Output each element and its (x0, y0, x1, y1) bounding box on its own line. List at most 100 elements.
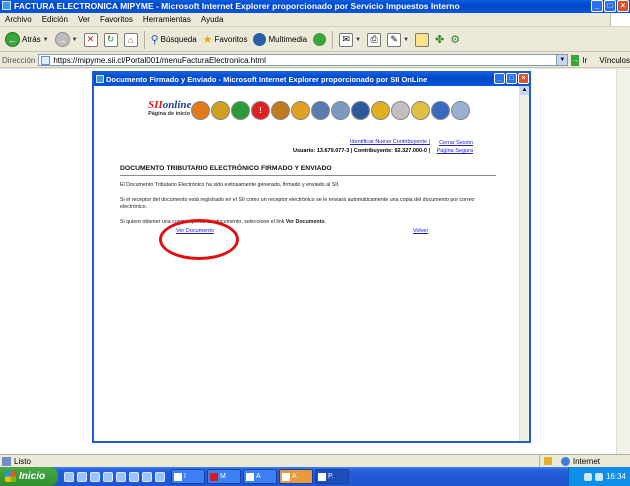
menu-favoritos[interactable]: Favoritos (95, 15, 138, 24)
popup-body: ▲ SIIonline Página de inicio ! Cerrar Se… (94, 86, 529, 441)
edit-button[interactable]: ✎ ▼ (385, 30, 411, 50)
popup-scrollbar[interactable]: ▲ (519, 86, 529, 441)
media-label: Multimedia (268, 35, 308, 44)
menu-archivo[interactable]: Archivo (0, 15, 37, 24)
start-button[interactable]: Inicio (0, 467, 58, 486)
logout-link[interactable]: Cerrar Sesión (433, 139, 473, 147)
forward-button[interactable]: → ▼ (53, 30, 80, 50)
page-icon (41, 55, 51, 65)
menu-edicion[interactable]: Edición (37, 15, 73, 24)
scroll-up-icon[interactable]: ▲ (520, 86, 529, 95)
tool-button[interactable]: ⚙ (448, 30, 462, 50)
back-label: Atrás (22, 35, 41, 44)
user-line: Usuario: 13.679.077-3 | Contribuyente: 9… (293, 148, 430, 154)
sii-menu-icon[interactable] (371, 100, 390, 120)
popup-minimize-button[interactable]: _ (494, 73, 505, 84)
maximize-button[interactable]: □ (604, 0, 616, 12)
messenger-button[interactable]: ✤ (433, 30, 446, 50)
menu-ver[interactable]: Ver (73, 15, 95, 24)
change-taxpayer-link[interactable]: Identificar Nuevo Contribuyente | (350, 139, 430, 145)
popup-close-button[interactable]: × (518, 73, 529, 84)
go-arrow-icon[interactable]: → (571, 54, 580, 66)
tray-icon[interactable] (594, 472, 603, 481)
quick-launch-word-icon[interactable] (103, 471, 113, 482)
sii-menu-icon[interactable] (451, 100, 470, 120)
sii-menu-icon[interactable] (271, 100, 290, 120)
close-button[interactable]: × (617, 0, 629, 12)
sii-menu-icon[interactable] (331, 100, 350, 120)
instruction-suffix: . (324, 219, 327, 225)
sii-logo[interactable]: SIIonline Página de inicio (148, 99, 191, 121)
history-icon (313, 33, 327, 46)
back-link[interactable]: Volver (413, 228, 428, 234)
quick-launch-excel-icon[interactable] (116, 471, 126, 482)
secure-page-link[interactable]: Página Segura (433, 147, 473, 155)
menu-ayuda[interactable]: Ayuda (196, 15, 229, 24)
mail-button[interactable]: ✉ ▼ (337, 30, 363, 50)
quick-launch-ie-icon[interactable] (64, 471, 74, 482)
stop-button[interactable]: ✕ (82, 30, 100, 50)
home-link[interactable]: Página de inicio (148, 111, 190, 118)
address-bar: Dirección https://mipyme.sii.cl/Portal00… (0, 53, 630, 68)
home-icon: ⌂ (123, 32, 138, 47)
popup-window: Documento Firmado y Enviado - Microsoft … (92, 71, 531, 443)
app-icon (174, 472, 182, 481)
search-icon: ⚲ (150, 34, 159, 46)
tray-icon[interactable] (583, 472, 592, 481)
popup-maximize-button[interactable]: □ (506, 73, 517, 84)
sii-menu-icon[interactable] (211, 100, 230, 120)
message-paragraph: Si el receptor del documento está regist… (120, 197, 475, 210)
vertical-scrollbar[interactable] (616, 69, 630, 454)
page-status-icon (2, 456, 11, 466)
quick-launch-desktop-icon[interactable] (77, 471, 87, 482)
taskbar-item[interactable]: I (171, 469, 205, 484)
quick-launch-outlook-icon[interactable] (90, 471, 100, 482)
print-icon: ⎙ (367, 32, 382, 47)
popup-title-bar: Documento Firmado y Enviado - Microsoft … (94, 73, 529, 86)
print-button[interactable]: ⎙ (365, 30, 383, 50)
taskbar-item[interactable]: P. (315, 469, 349, 484)
taskbar: Inicio I M A A P. 16:34 (0, 467, 630, 486)
ie-icon (96, 75, 104, 83)
address-input[interactable]: https://mipyme.sii.cl/Portal001/menuFact… (38, 54, 569, 66)
sii-menu-icon[interactable] (311, 100, 330, 120)
sii-menu-icon[interactable]: ! (251, 100, 270, 120)
sii-menu-icon[interactable] (231, 100, 250, 120)
address-label: Dirección (2, 55, 36, 65)
chevron-down-icon: ▼ (42, 36, 49, 43)
sii-menu-icon[interactable] (411, 100, 430, 120)
refresh-button[interactable]: ↻ (102, 30, 120, 50)
message-paragraph: El Documento Tributario Electrónico ha s… (120, 182, 340, 188)
clover-icon: ✤ (435, 34, 445, 46)
quick-launch-explorer-icon[interactable] (142, 471, 152, 482)
taskbar-item[interactable]: A (279, 469, 313, 484)
sii-menu-icon[interactable] (291, 100, 310, 120)
sii-menu-icon[interactable] (191, 100, 210, 120)
quick-launch-folder-icon[interactable] (155, 471, 165, 482)
favorites-button[interactable]: ★ Favoritos (201, 30, 250, 50)
chevron-down-icon[interactable]: ▼ (556, 55, 568, 65)
go-button[interactable]: Ir (582, 56, 587, 65)
taskbar-item[interactable]: A (243, 469, 277, 484)
discuss-button[interactable] (413, 30, 431, 50)
mail-icon: ✉ (339, 32, 354, 47)
back-button[interactable]: ← Atrás ▼ (3, 30, 51, 50)
quick-launch-media-icon[interactable] (129, 471, 139, 482)
taskbar-item-label: I (184, 473, 186, 480)
menu-herramientas[interactable]: Herramientas (138, 15, 196, 24)
sii-menu-icon[interactable] (391, 100, 410, 120)
history-button[interactable] (311, 30, 328, 50)
chevron-down-icon: ▼ (403, 36, 410, 43)
address-url: https://mipyme.sii.cl/Portal001/menuFact… (53, 55, 266, 65)
minimize-button[interactable]: _ (591, 0, 603, 12)
links-button[interactable]: Vínculos (599, 56, 630, 65)
sii-menu-icon[interactable] (351, 100, 370, 120)
lock-icon (543, 457, 552, 465)
search-button[interactable]: ⚲ Búsqueda (149, 30, 199, 50)
taskbar-item[interactable]: M (207, 469, 241, 484)
sii-menu-icon[interactable] (431, 100, 450, 120)
chevron-down-icon: ▼ (355, 36, 362, 43)
home-button[interactable]: ⌂ (122, 30, 140, 50)
view-document-link[interactable]: Ver Documento (176, 228, 214, 234)
media-button[interactable]: Multimedia (251, 30, 309, 50)
